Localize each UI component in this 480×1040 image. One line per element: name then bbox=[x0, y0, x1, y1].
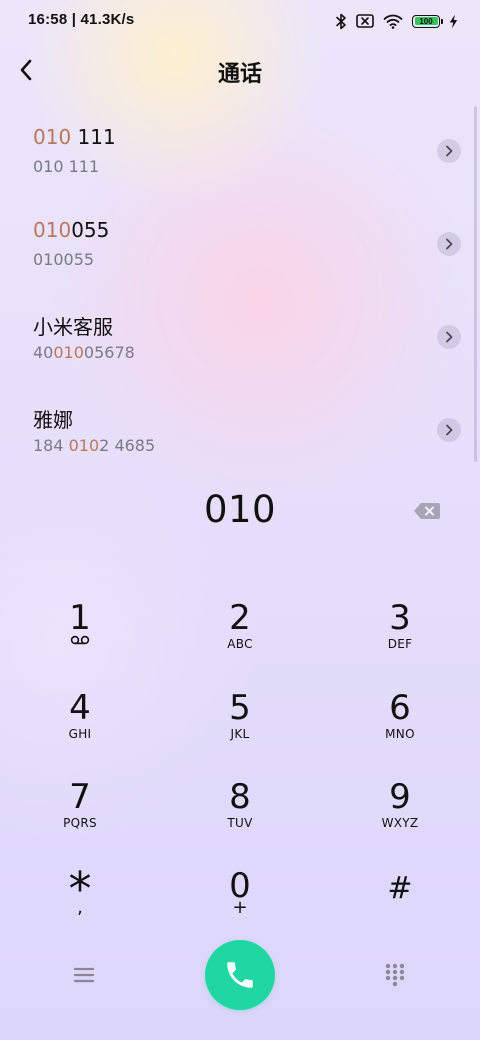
result-name-rest: 111 bbox=[71, 125, 116, 149]
dial-key-6[interactable]: 6 MNO bbox=[330, 683, 470, 763]
result-name: 010055 bbox=[33, 218, 109, 242]
result-number-pre: 184 bbox=[33, 436, 69, 455]
key-digit: 2 bbox=[229, 598, 251, 638]
sim-off-icon bbox=[356, 14, 374, 28]
key-letters: ABC bbox=[227, 637, 253, 651]
result-number-post: 05678 bbox=[83, 343, 135, 362]
result-number: 4001005678 bbox=[33, 343, 135, 362]
header: 通话 bbox=[0, 48, 480, 92]
result-number: 010055 bbox=[33, 250, 94, 269]
chevron-right-icon bbox=[446, 145, 453, 157]
key-letters: JKL bbox=[230, 727, 250, 741]
dial-key-1[interactable]: 1 bbox=[10, 593, 150, 673]
search-result-item[interactable]: 010055 010055 bbox=[0, 198, 480, 291]
result-number: 184 0102 4685 bbox=[33, 436, 155, 455]
result-number: 010 111 bbox=[33, 157, 99, 176]
dial-key-7[interactable]: 7 PQRS bbox=[10, 772, 150, 852]
key-sub-icon bbox=[10, 635, 150, 645]
dial-key-8[interactable]: 8 TUV bbox=[170, 772, 310, 852]
key-letters: WXYZ bbox=[381, 816, 419, 830]
dialpad-toggle-button[interactable] bbox=[375, 955, 415, 995]
key-digit: # bbox=[387, 871, 413, 906]
key-digit: 5 bbox=[229, 688, 251, 728]
status-left: 16:58 | 41.3K/s bbox=[28, 11, 134, 28]
status-icons: 100 bbox=[335, 10, 458, 32]
call-button[interactable] bbox=[205, 940, 275, 1010]
result-number-post: 010 111 bbox=[33, 157, 100, 176]
search-results-list: 010 111 010 111 010055 010055 小米客服 40010… bbox=[0, 105, 480, 477]
phone-icon bbox=[227, 962, 253, 988]
dial-key-9[interactable]: 9 WXYZ bbox=[330, 772, 470, 852]
dial-key-0[interactable]: 0 + bbox=[170, 861, 310, 941]
battery-level: 100 bbox=[419, 16, 433, 26]
key-digit: 9 bbox=[389, 777, 411, 817]
result-name-match: 010 bbox=[33, 218, 72, 242]
chevron-right-icon bbox=[446, 331, 453, 343]
key-digit: 4 bbox=[69, 688, 91, 728]
chevron-right-icon bbox=[446, 424, 453, 436]
contact-detail-button[interactable] bbox=[437, 418, 461, 442]
key-digit: 1 bbox=[69, 598, 91, 638]
key-letters: GHI bbox=[68, 727, 92, 741]
result-name-match: 010 bbox=[33, 125, 72, 149]
result-number-post: 010055 bbox=[33, 250, 95, 269]
wifi-icon bbox=[383, 14, 403, 29]
key-letters: PQRS bbox=[63, 816, 97, 830]
contact-detail-button[interactable] bbox=[437, 232, 461, 256]
result-name-rest: 雅娜 bbox=[33, 408, 73, 432]
key-letters: DEF bbox=[387, 637, 413, 651]
key-digit: 7 bbox=[69, 777, 91, 817]
voicemail-icon bbox=[70, 635, 90, 645]
result-number-match: 010 bbox=[68, 436, 100, 455]
menu-icon bbox=[74, 967, 94, 983]
status-time: 16:58 bbox=[28, 11, 68, 28]
key-letters: TUV bbox=[227, 816, 253, 830]
page-title: 通话 bbox=[217, 62, 262, 87]
search-result-item[interactable]: 010 111 010 111 bbox=[0, 105, 480, 198]
result-name-rest: 055 bbox=[71, 218, 110, 242]
dial-key-hash[interactable]: # bbox=[330, 861, 470, 941]
list-scrollbar[interactable] bbox=[474, 106, 477, 462]
result-name-rest: 小米客服 bbox=[33, 315, 113, 339]
menu-button[interactable] bbox=[64, 955, 104, 995]
key-digit: 8 bbox=[229, 777, 251, 817]
key-letters: , bbox=[77, 897, 83, 918]
result-name: 010 111 bbox=[33, 125, 116, 149]
result-name: 雅娜 bbox=[33, 404, 73, 433]
dialpad-icon bbox=[385, 963, 405, 987]
search-result-item[interactable]: 小米客服 4001005678 bbox=[0, 291, 480, 384]
backspace-icon bbox=[414, 503, 440, 519]
chevron-right-icon bbox=[446, 238, 453, 250]
contact-detail-button[interactable] bbox=[437, 139, 461, 163]
key-letters: + bbox=[232, 897, 248, 918]
search-result-item[interactable]: 雅娜 184 0102 4685 bbox=[0, 384, 480, 477]
bluetooth-icon bbox=[336, 13, 346, 29]
dial-key-star[interactable]: * , bbox=[10, 861, 150, 941]
dial-number-display[interactable]: 010 bbox=[60, 488, 420, 531]
result-number-match: 010 bbox=[53, 343, 84, 362]
dial-key-4[interactable]: 4 GHI bbox=[10, 683, 150, 763]
dial-key-5[interactable]: 5 JKL bbox=[170, 683, 310, 763]
dial-key-3[interactable]: 3 DEF bbox=[330, 593, 470, 673]
status-bar: 16:58 | 41.3K/s 100 bbox=[0, 0, 480, 42]
result-name: 小米客服 bbox=[33, 311, 113, 340]
battery-icon: 100 bbox=[412, 14, 443, 28]
key-letters: MNO bbox=[385, 727, 415, 741]
backspace-button[interactable] bbox=[412, 500, 442, 522]
contact-detail-button[interactable] bbox=[437, 325, 461, 349]
result-number-pre: 40 bbox=[33, 343, 54, 362]
result-number-post: 2 4685 bbox=[99, 436, 156, 455]
status-separator: | bbox=[71, 11, 81, 28]
charging-icon bbox=[449, 14, 458, 28]
dial-key-2[interactable]: 2 ABC bbox=[170, 593, 310, 673]
key-digit: 3 bbox=[389, 598, 411, 638]
network-speed: 41.3K/s bbox=[80, 11, 135, 28]
key-digit: 6 bbox=[389, 688, 411, 728]
